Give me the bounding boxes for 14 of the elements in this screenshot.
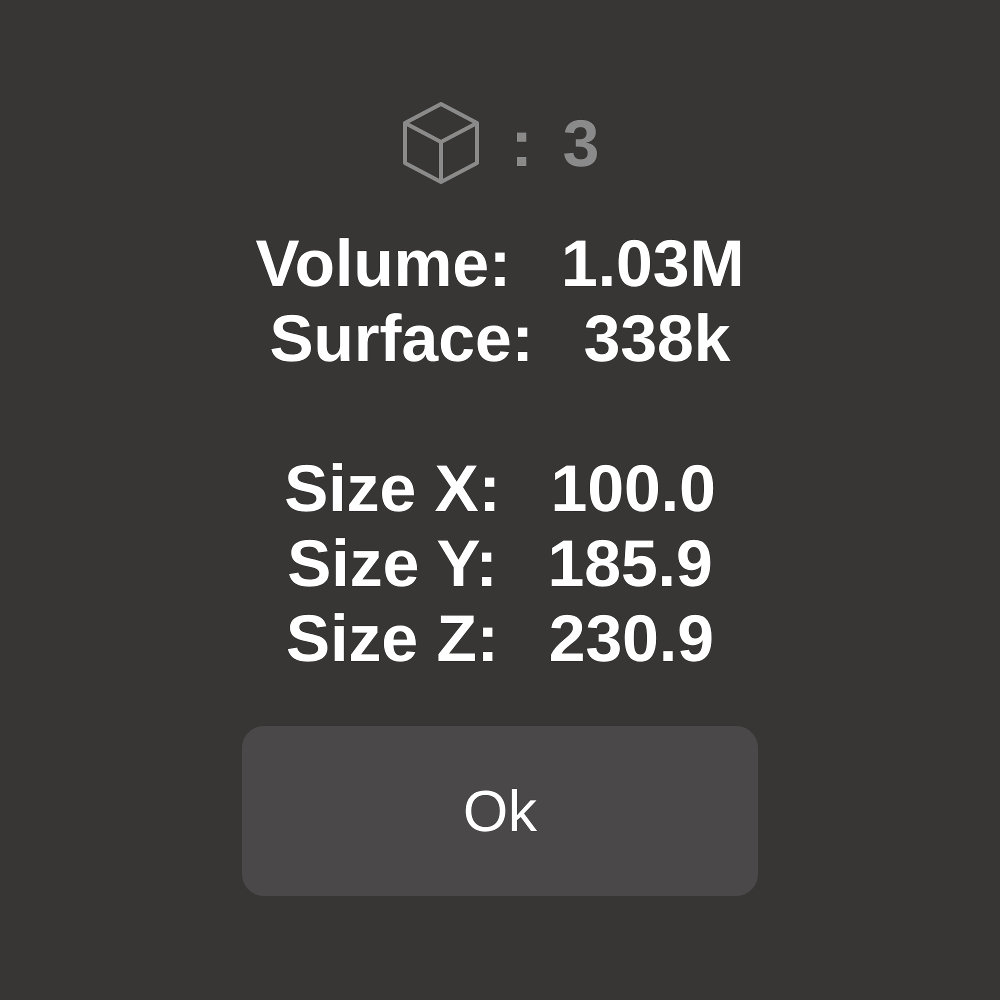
stat-value: 100.0 bbox=[550, 451, 716, 526]
stat-label: Surface: bbox=[270, 301, 534, 376]
ok-button[interactable]: Ok bbox=[242, 726, 758, 896]
stat-label: Size Y: bbox=[287, 526, 498, 601]
stat-label: Size X: bbox=[284, 451, 501, 526]
stat-label: Volume: bbox=[256, 226, 512, 301]
stat-value: 338k bbox=[584, 301, 730, 376]
stat-value: 230.9 bbox=[548, 601, 714, 676]
stat-value: 185.9 bbox=[548, 526, 713, 601]
stat-value: 1.03M bbox=[561, 226, 744, 301]
object-count: 3 bbox=[562, 105, 600, 182]
stat-label: Size Z: bbox=[286, 601, 499, 676]
separator: : bbox=[510, 105, 533, 182]
cube-icon bbox=[400, 100, 481, 186]
